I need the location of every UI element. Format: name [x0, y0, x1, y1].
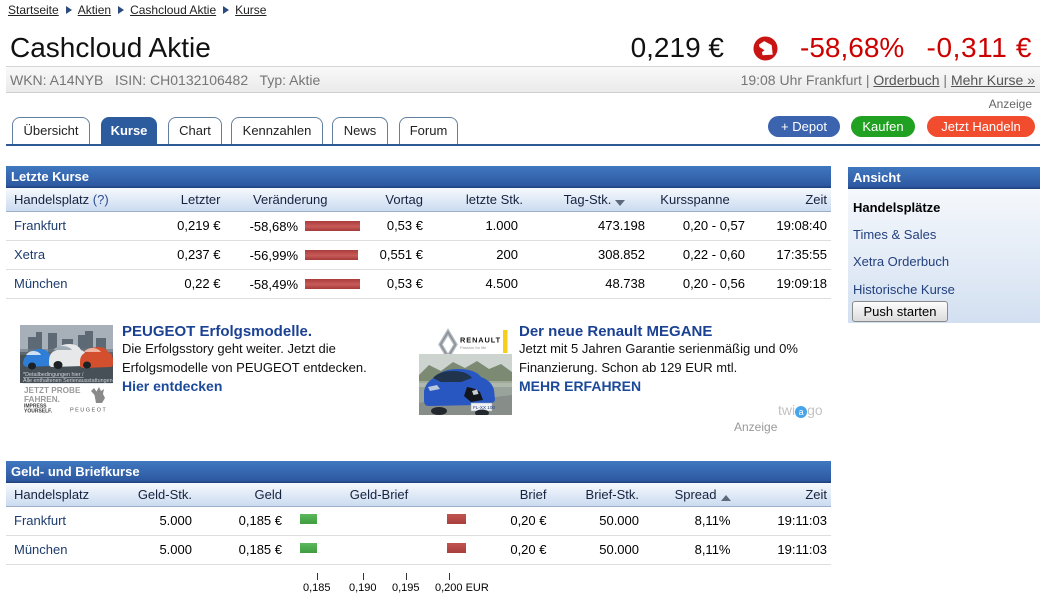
svg-text:Alle enthaltenen Serienausstat: Alle enthaltenen Serienausstattungen [23, 378, 113, 384]
svg-text:YOURSELF.: YOURSELF. [24, 409, 53, 415]
svg-text:RENAULT: RENAULT [460, 336, 501, 345]
svg-text:FL-XX 100: FL-XX 100 [473, 405, 495, 410]
svg-text:PEUGEOT: PEUGEOT [70, 408, 107, 414]
svg-text:Passion for life: Passion for life [460, 345, 487, 350]
svg-text:JETZT PROBE: JETZT PROBE [24, 386, 81, 395]
